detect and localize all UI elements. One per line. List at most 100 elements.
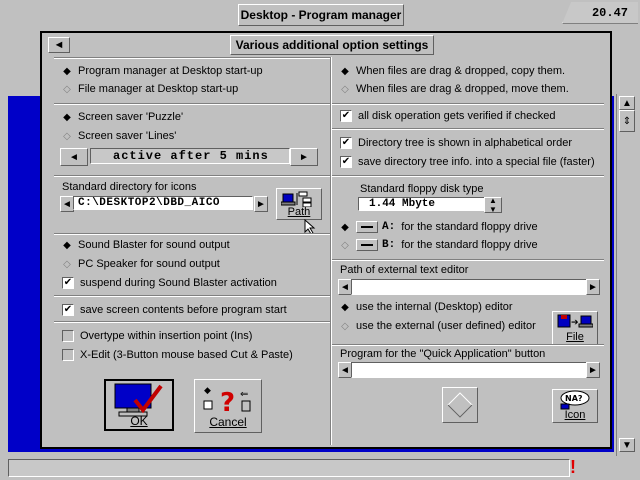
external-editor-label: use the external (user defined) editor [356,320,536,332]
scroll-thumb[interactable]: ⇕ [619,110,635,132]
drag-move-option[interactable]: ◇ When files are drag & dropped, move th… [340,83,569,95]
separator [54,103,330,105]
editor-path-label: Path of external text editor [340,264,469,276]
check-icon: ✔ [340,137,352,149]
cancel-button-label: Cancel [209,415,247,429]
screensaver-next-button[interactable]: ► [290,148,318,166]
check-icon: ✔ [340,110,352,122]
floppy-type-value: 1.44 Mbyte [369,198,436,210]
external-editor-option[interactable]: ◇ use the external (user defined) editor [340,320,536,332]
icons-dir-label: Standard directory for icons [62,181,197,193]
options-dialog: ◄ Various additional option settings ◆ P… [40,31,612,449]
path-button-label: Path [287,206,311,218]
dirtree-save-label: save directory tree info. into a special… [358,156,595,168]
desktop-scrollbar[interactable]: ▲ ⇕ ▼ [616,94,637,456]
startup-file-manager-label: File manager at Desktop start-up [78,83,239,95]
floppy-type-dropdown-button[interactable]: ▲ ▼ [484,196,502,214]
drive-b-label: for the standard floppy drive [401,239,538,251]
file-button-label: File [566,331,584,343]
drag-copy-option[interactable]: ◆ When files are drag & dropped, copy th… [340,65,565,77]
screensaver-value-field: active after 5 mins [90,148,290,164]
back-arrow-icon: ◄ [53,39,65,51]
icons-dir-scroll-left[interactable]: ◄ [60,196,74,212]
drive-a-option[interactable]: ◆ A: for the standard floppy drive [340,221,538,233]
separator [54,233,330,235]
cancel-question-icon: ◆ ? ⇐ [203,386,251,417]
overtype-checkbox[interactable]: Overtype within insertion point (Ins) [62,330,252,342]
clock: 20.47 [591,5,628,20]
path-button[interactable]: Path [276,188,322,220]
svg-text:⇐: ⇐ [240,389,248,400]
scroll-up-button[interactable]: ▲ [619,96,635,110]
screensaver-puzzle-option[interactable]: ◆ Screen saver 'Puzzle' [62,111,183,123]
quickapp-scroll-right[interactable]: ► [586,362,600,378]
drive-b-letter: B: [382,239,396,251]
quick-application-preview[interactable] [442,387,478,423]
alert-icon[interactable]: ! [567,457,579,477]
separator [332,175,604,177]
screensaver-puzzle-label: Screen saver 'Puzzle' [78,111,184,123]
verify-checkbox[interactable]: ✔ all disk operation gets verified if ch… [340,110,556,122]
separator [332,128,604,130]
verify-label: all disk operation gets verified if chec… [358,110,556,122]
check-icon: ✔ [62,277,74,289]
drive-b-option[interactable]: ◇ B: for the standard floppy drive [340,239,538,251]
xedit-checkbox[interactable]: X-Edit (3-Button mouse based Cut & Paste… [62,349,293,361]
editor-path-scroll-left[interactable]: ◄ [338,279,352,295]
pc-speaker-label: PC Speaker for sound output [78,258,220,270]
separator [332,344,604,346]
quickapp-scroll-left[interactable]: ◄ [338,362,352,378]
sound-blaster-option[interactable]: ◆ Sound Blaster for sound output [62,239,230,251]
drive-a-letter: A: [382,221,396,233]
floppy-drive-icon [356,221,378,233]
svg-text:➔: ➔ [571,318,579,328]
floppy-drive-icon [356,239,378,251]
quickapp-input[interactable] [351,362,587,378]
internal-editor-label: use the internal (Desktop) editor [356,301,513,313]
floppy-type-label: Standard floppy disk type [360,183,484,195]
icon-badge: NA? [565,394,583,403]
internal-editor-option[interactable]: ◆ use the internal (Desktop) editor [340,301,513,313]
save-screen-checkbox[interactable]: ✔ save screen contents before program st… [62,304,287,316]
dialog-title-box: Various additional option settings [230,35,434,55]
drive-a-label: for the standard floppy drive [401,221,538,233]
radio-selected-icon: ◆ [341,221,349,233]
radio-empty-icon: ◇ [63,258,71,270]
dirtree-save-checkbox[interactable]: ✔ save directory tree info. into a speci… [340,156,595,168]
back-button[interactable]: ◄ [48,37,70,53]
ok-button[interactable]: OK [104,379,174,431]
icon-button[interactable]: NA? Icon [552,389,598,423]
scroll-down-button[interactable]: ▼ [619,438,635,452]
startup-file-manager-option[interactable]: ◇ File manager at Desktop start-up [62,83,238,95]
diamond-icon [447,392,473,418]
dirtree-alpha-checkbox[interactable]: ✔ Directory tree is shown in alphabetica… [340,137,572,149]
ok-button-label: OK [130,414,148,428]
separator [54,175,330,177]
quickapp-label: Program for the "Quick Application" butt… [340,348,546,360]
radio-empty-icon: ◇ [63,83,71,95]
column-divider [330,57,332,445]
radio-selected-icon: ◆ [341,301,349,313]
editor-path-scroll-right[interactable]: ► [586,279,600,295]
separator [54,321,330,323]
suspend-sound-checkbox[interactable]: ✔ suspend during Sound Blaster activatio… [62,277,277,289]
screensaver-prev-button[interactable]: ◄ [60,148,88,166]
monitor-check-icon [114,383,163,417]
pc-speaker-option[interactable]: ◇ PC Speaker for sound output [62,258,220,270]
icon-button-label: Icon [564,409,586,421]
icons-dir-scroll-right[interactable]: ► [254,196,268,212]
cancel-button[interactable]: ◆ ? ⇐ Cancel [194,379,262,433]
file-button[interactable]: ➔ File [552,311,598,345]
floppy-type-select[interactable]: 1.44 Mbyte [358,197,500,211]
startup-program-manager-option[interactable]: ◆ Program manager at Desktop start-up [62,65,263,77]
desktop-title-box: Desktop - Program manager [238,4,404,26]
icons-dir-input[interactable]: C:\DESKTOP2\DBD_AICO [73,196,253,210]
editor-path-input[interactable] [351,279,587,295]
suspend-sound-label: suspend during Sound Blaster activation [80,277,277,289]
radio-selected-icon: ◆ [63,65,71,77]
screensaver-lines-option[interactable]: ◇ Screen saver 'Lines' [62,130,176,142]
radio-selected-icon: ◆ [63,111,71,123]
radio-empty-icon: ◇ [341,239,349,251]
separator [54,295,330,297]
checkbox-empty-icon [62,330,74,342]
